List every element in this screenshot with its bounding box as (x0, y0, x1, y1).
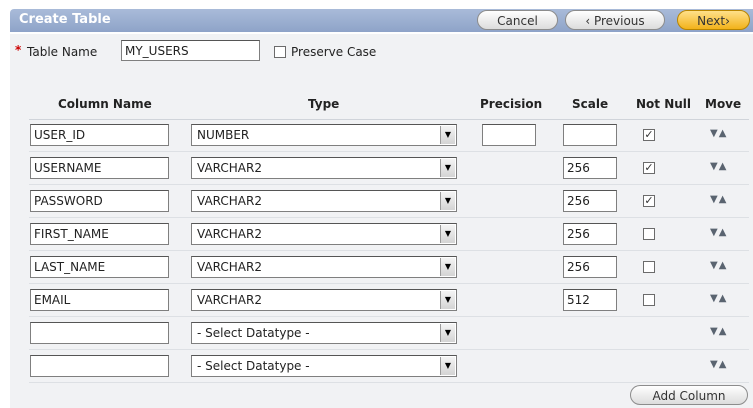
dropdown-arrow-icon[interactable]: ▼ (440, 192, 455, 210)
type-select-value: VARCHAR2 (197, 227, 262, 241)
not-null-header: Not Null (636, 97, 692, 111)
move-arrows-icon[interactable]: ▼▲ (710, 326, 727, 337)
not-null-checkbox[interactable] (643, 261, 655, 273)
scale-input[interactable] (563, 190, 617, 212)
scale-input[interactable] (563, 289, 617, 311)
row-divider (29, 184, 749, 185)
scale-input[interactable] (563, 256, 617, 278)
not-null-checkbox[interactable] (643, 228, 655, 240)
type-select-value: - Select Datatype - (197, 326, 310, 340)
dropdown-arrow-icon[interactable]: ▼ (440, 159, 455, 177)
type-select-value: VARCHAR2 (197, 293, 262, 307)
move-header: Move (705, 97, 742, 111)
not-null-checkbox[interactable]: ✓ (643, 195, 655, 207)
type-select[interactable]: VARCHAR2 ▼ (191, 289, 457, 311)
row-divider (29, 250, 749, 251)
type-select-value: VARCHAR2 (197, 260, 262, 274)
dropdown-arrow-icon[interactable]: ▼ (440, 291, 455, 309)
table-name-label: Table Name (27, 45, 98, 59)
move-arrows-icon[interactable]: ▼▲ (710, 293, 727, 304)
column-name-header: Column Name (58, 97, 152, 111)
previous-button[interactable]: ‹ Previous (565, 10, 665, 30)
scale-input[interactable] (563, 157, 617, 179)
row-divider (29, 382, 749, 383)
type-select[interactable]: - Select Datatype - ▼ (191, 355, 457, 377)
move-arrows-icon[interactable]: ▼▲ (710, 128, 727, 139)
dropdown-arrow-icon[interactable]: ▼ (440, 357, 455, 375)
type-header: Type (308, 97, 340, 111)
not-null-checkbox[interactable] (643, 294, 655, 306)
required-marker: * (15, 43, 22, 57)
header-divider (29, 119, 749, 120)
not-null-checkbox[interactable]: ✓ (643, 129, 655, 141)
type-select-value: NUMBER (197, 128, 250, 142)
row-divider (29, 316, 749, 317)
next-button[interactable]: Next› (677, 10, 750, 30)
add-column-button[interactable]: Add Column (630, 385, 748, 405)
dropdown-arrow-icon[interactable]: ▼ (440, 258, 455, 276)
preserve-case-checkbox[interactable] (274, 46, 286, 58)
column-name-input[interactable] (30, 289, 169, 311)
type-select[interactable]: VARCHAR2 ▼ (191, 190, 457, 212)
preserve-case-label: Preserve Case (291, 45, 377, 59)
dropdown-arrow-icon[interactable]: ▼ (440, 324, 455, 342)
type-select[interactable]: VARCHAR2 ▼ (191, 223, 457, 245)
row-divider (29, 151, 749, 152)
type-select[interactable]: NUMBER ▼ (191, 124, 457, 146)
move-arrows-icon[interactable]: ▼▲ (710, 194, 727, 205)
type-select[interactable]: VARCHAR2 ▼ (191, 157, 457, 179)
create-table-panel (10, 34, 753, 408)
not-null-checkbox[interactable]: ✓ (643, 162, 655, 174)
dropdown-arrow-icon[interactable]: ▼ (440, 225, 455, 243)
table-name-input[interactable] (121, 40, 260, 61)
type-select-value: VARCHAR2 (197, 161, 262, 175)
type-select-value: VARCHAR2 (197, 194, 262, 208)
type-select[interactable]: VARCHAR2 ▼ (191, 256, 457, 278)
page-title: Create Table (19, 12, 111, 27)
row-divider (29, 349, 749, 350)
scale-input[interactable] (563, 124, 617, 146)
row-divider (29, 283, 749, 284)
precision-header: Precision (480, 97, 543, 111)
row-divider (29, 217, 749, 218)
column-name-input[interactable] (30, 190, 169, 212)
precision-input[interactable] (482, 124, 536, 146)
scale-header: Scale (572, 97, 609, 111)
column-name-input[interactable] (30, 355, 169, 377)
column-name-input[interactable] (30, 256, 169, 278)
move-arrows-icon[interactable]: ▼▲ (710, 359, 727, 370)
type-select[interactable]: - Select Datatype - ▼ (191, 322, 457, 344)
move-arrows-icon[interactable]: ▼▲ (710, 260, 727, 271)
column-name-input[interactable] (30, 223, 169, 245)
column-name-input[interactable] (30, 124, 169, 146)
column-name-input[interactable] (30, 322, 169, 344)
column-name-input[interactable] (30, 157, 169, 179)
cancel-button[interactable]: Cancel (477, 10, 558, 30)
move-arrows-icon[interactable]: ▼▲ (710, 161, 727, 172)
type-select-value: - Select Datatype - (197, 359, 310, 373)
dropdown-arrow-icon[interactable]: ▼ (440, 126, 455, 144)
scale-input[interactable] (563, 223, 617, 245)
move-arrows-icon[interactable]: ▼▲ (710, 227, 727, 238)
